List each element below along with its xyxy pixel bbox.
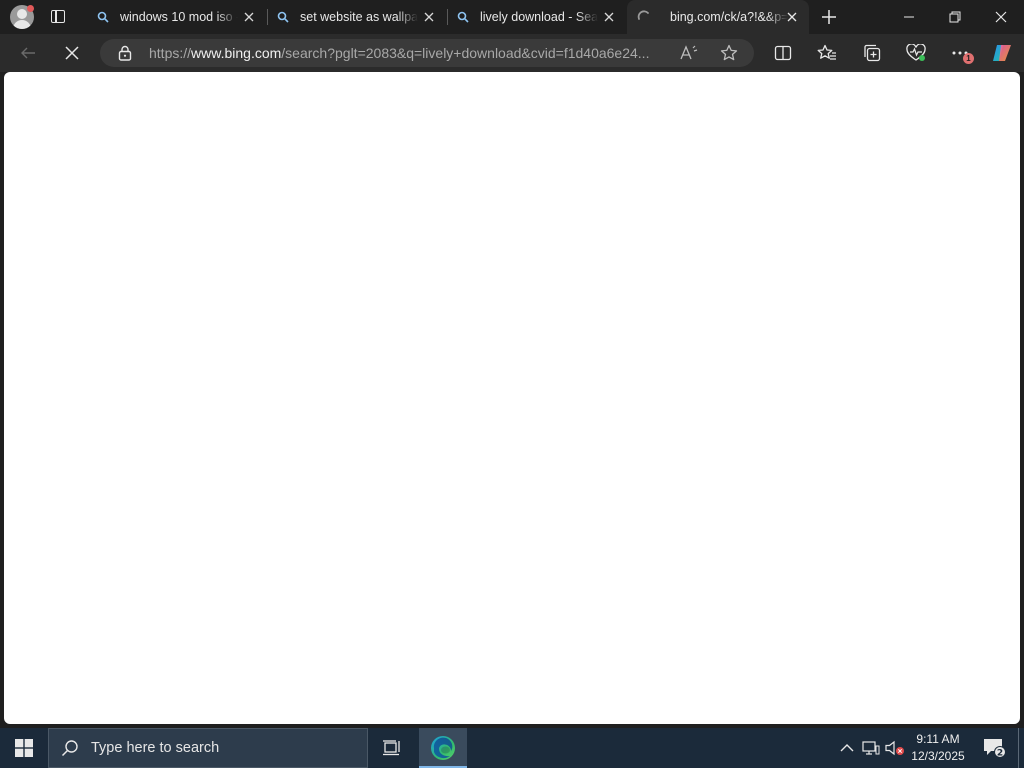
tab-close-icon[interactable] — [785, 10, 799, 24]
back-arrow-icon[interactable] — [14, 40, 42, 66]
search-icon — [61, 739, 79, 757]
show-hidden-icons-chevron-icon[interactable] — [836, 728, 858, 768]
tab-title: set website as wallpaper - Search — [300, 10, 418, 24]
restore-icon[interactable] — [932, 0, 978, 34]
split-screen-icon[interactable] — [769, 40, 797, 66]
stop-loading-icon[interactable] — [58, 40, 86, 66]
windows-taskbar: Type here to search 9:11 AM 12/3/2025 2 — [0, 728, 1024, 768]
url-text[interactable]: https://www.bing.com/search?pglt=2083&q=… — [149, 45, 669, 61]
loading-spinner-icon — [637, 10, 651, 24]
edge-taskbar-icon[interactable] — [419, 728, 467, 768]
notification-count-text: 2 — [997, 749, 1003, 759]
lock-icon[interactable] — [118, 45, 132, 66]
copilot-icon[interactable] — [988, 40, 1016, 66]
system-clock[interactable]: 9:11 AM 12/3/2025 — [903, 731, 973, 765]
tab-lively-download[interactable]: lively download - Search — [446, 0, 626, 34]
clock-date: 12/3/2025 — [911, 749, 965, 763]
read-aloud-icon[interactable] — [680, 45, 698, 66]
search-favicon-icon — [276, 10, 290, 24]
browser-toolbar: https://www.bing.com/search?pglt=2083&q=… — [0, 34, 1024, 72]
tab-close-icon[interactable] — [422, 10, 436, 24]
minimize-icon[interactable] — [886, 0, 932, 34]
task-view-icon[interactable] — [370, 728, 414, 768]
browser-essentials-icon[interactable] — [902, 40, 930, 66]
tab-bing-redirect-active[interactable]: bing.com/ck/a?!&&p= — [627, 0, 809, 34]
notification-badge: 1 — [963, 53, 974, 64]
new-tab-plus-icon[interactable] — [818, 6, 840, 28]
tab-close-icon[interactable] — [602, 10, 616, 24]
page-content-blank[interactable] — [4, 72, 1020, 724]
tab-windows-10-mod-iso[interactable]: windows 10 mod iso - Search — [86, 0, 266, 34]
address-bar[interactable]: https://www.bing.com/search?pglt=2083&q=… — [100, 39, 754, 67]
show-desktop-button[interactable] — [1018, 728, 1024, 768]
favorites-icon[interactable] — [813, 40, 841, 66]
browser-window: windows 10 mod iso - Search set website … — [0, 0, 1024, 728]
taskbar-search-box[interactable]: Type here to search — [48, 728, 368, 768]
network-icon[interactable] — [860, 728, 882, 768]
add-favorite-star-icon[interactable] — [720, 44, 738, 67]
search-placeholder: Type here to search — [91, 740, 220, 756]
search-favicon-icon — [456, 10, 470, 24]
profile-sync-badge — [27, 5, 34, 12]
tab-title: lively download - Search — [480, 10, 598, 24]
search-favicon-icon — [96, 10, 110, 24]
tab-title: bing.com/ck/a?!&&p= — [670, 10, 788, 24]
start-windows-icon[interactable] — [0, 728, 48, 768]
tab-strip: windows 10 mod iso - Search set website … — [0, 0, 1024, 34]
tab-title: windows 10 mod iso - Search — [120, 10, 238, 24]
close-window-icon[interactable] — [978, 0, 1024, 34]
tab-set-website-as-wallpaper[interactable]: set website as wallpaper - Search — [266, 0, 446, 34]
tab-close-icon[interactable] — [242, 10, 256, 24]
action-center-notifications-icon[interactable]: 2 — [978, 728, 1010, 768]
collections-icon[interactable] — [858, 40, 886, 66]
clock-time: 9:11 AM — [916, 732, 960, 746]
tab-actions-menu-icon[interactable] — [50, 8, 68, 26]
